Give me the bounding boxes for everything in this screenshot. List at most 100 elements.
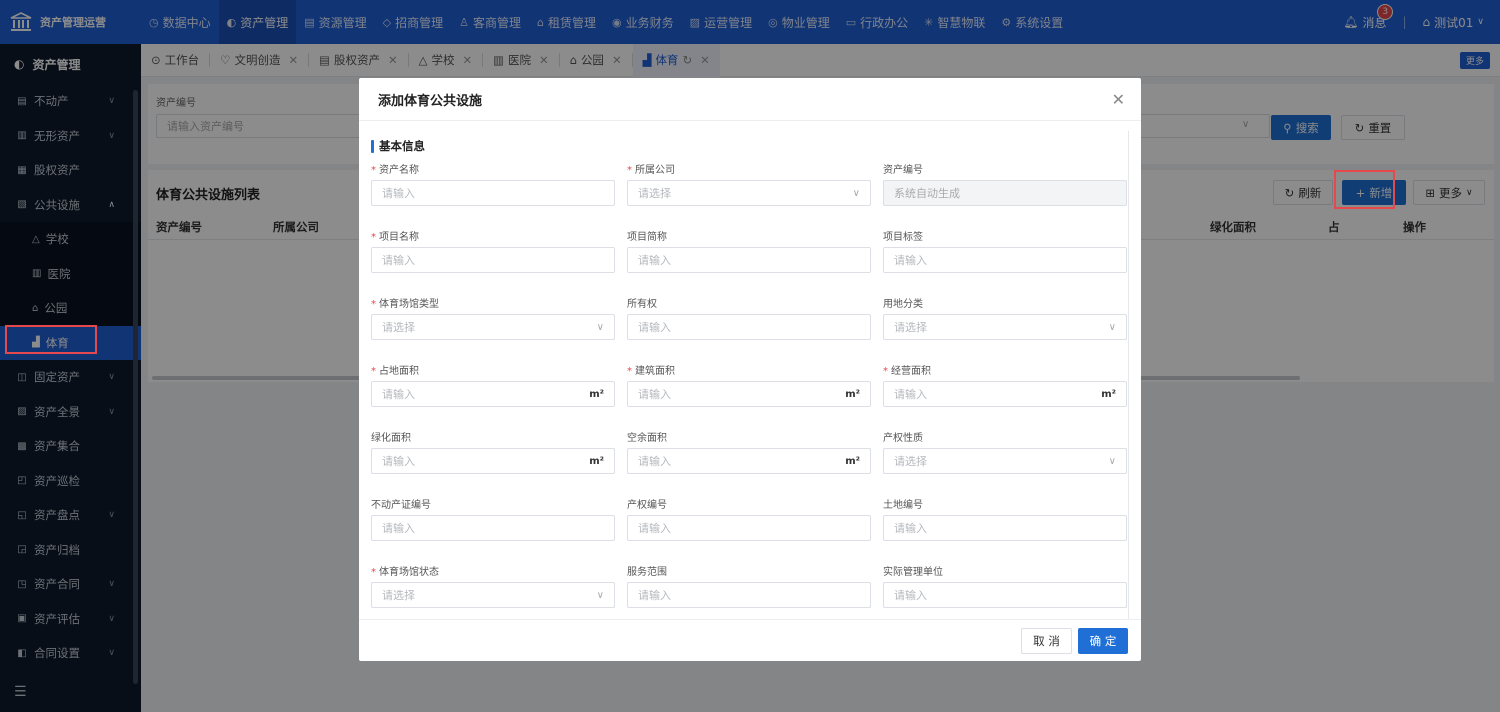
field-label-text: 占地面积 [379, 366, 419, 377]
unit-suffix: m² [589, 388, 604, 400]
field-placeholder: 请输入 [382, 522, 415, 535]
unit-suffix: m² [845, 455, 860, 467]
unit-suffix: m² [589, 455, 604, 467]
dialog-title: 添加体育公共设施 [378, 93, 483, 109]
required-marker: * [371, 299, 376, 310]
dialog-footer: 取 消 确 定 [359, 619, 1141, 661]
text-field[interactable]: 请输入 [627, 582, 871, 608]
field-placeholder: 系统自动生成 [894, 187, 960, 200]
field-label-text: 项目简称 [627, 232, 667, 243]
text-field[interactable]: 请输入 [883, 515, 1127, 541]
required-marker: * [883, 366, 888, 377]
text-field[interactable]: 请输入 [371, 515, 615, 541]
field-placeholder: 请输入 [638, 388, 671, 401]
section-title-text: 基本信息 [379, 139, 425, 153]
field-label: 土地编号 [883, 496, 923, 511]
field-label: 实际管理单位 [883, 563, 943, 578]
field-label-text: 所有权 [627, 299, 657, 310]
close-icon[interactable]: ✕ [1112, 90, 1125, 109]
field-placeholder: 请输入 [894, 388, 927, 401]
required-marker: * [371, 232, 376, 243]
field-label: * 所属公司 [627, 161, 675, 176]
field-label-text: 资产名称 [379, 165, 419, 176]
field-label-text: 产权性质 [883, 433, 923, 444]
field-label: 产权性质 [883, 429, 923, 444]
text-field[interactable]: 请输入 m² [371, 381, 615, 407]
field-placeholder: 请输入 [894, 589, 927, 602]
cancel-button[interactable]: 取 消 [1021, 628, 1072, 654]
field-label-text: 体育场馆类型 [379, 299, 439, 310]
text-field[interactable]: 请输入 [371, 180, 615, 206]
field-placeholder: 请输入 [894, 522, 927, 535]
chevron-down-icon: ∨ [1108, 321, 1116, 333]
chevron-down-icon: ∨ [852, 187, 860, 199]
field-label: 不动产证编号 [371, 496, 431, 511]
text-field: 系统自动生成 [883, 180, 1127, 206]
field-placeholder: 请输入 [638, 254, 671, 267]
select-field[interactable]: 请选择 ∨ [627, 180, 871, 206]
required-marker: * [627, 165, 632, 176]
field-placeholder: 请输入 [382, 388, 415, 401]
field-placeholder: 请输入 [638, 455, 671, 468]
field-placeholder: 请选择 [894, 321, 927, 334]
text-field[interactable]: 请输入 m² [627, 381, 871, 407]
confirm-button[interactable]: 确 定 [1078, 628, 1128, 654]
chevron-down-icon: ∨ [596, 321, 604, 333]
unit-suffix: m² [1101, 388, 1116, 400]
text-field[interactable]: 请输入 [883, 247, 1127, 273]
select-field[interactable]: 请选择 ∨ [371, 314, 615, 340]
unit-suffix: m² [845, 388, 860, 400]
field-label: 产权编号 [627, 496, 667, 511]
text-field[interactable]: 请输入 m² [627, 448, 871, 474]
field-label: * 占地面积 [371, 362, 419, 377]
field-placeholder: 请输入 [638, 589, 671, 602]
field-label: * 体育场馆类型 [371, 295, 439, 310]
field-label: 项目标签 [883, 228, 923, 243]
field-placeholder: 请选择 [638, 187, 671, 200]
field-label-text: 体育场馆状态 [379, 567, 439, 578]
field-label: 空余面积 [627, 429, 667, 444]
field-placeholder: 请输入 [638, 321, 671, 334]
text-field[interactable]: 请输入 [627, 515, 871, 541]
field-label-text: 建筑面积 [635, 366, 675, 377]
text-field[interactable]: 请输入 m² [883, 381, 1127, 407]
field-label: 资产编号 [883, 161, 923, 176]
field-label-text: 用地分类 [883, 299, 923, 310]
field-label: * 经营面积 [883, 362, 931, 377]
chevron-down-icon: ∨ [1108, 455, 1116, 467]
dialog-scrollbar[interactable] [1128, 131, 1129, 619]
highlight-box [5, 325, 97, 354]
field-label: 项目简称 [627, 228, 667, 243]
field-placeholder: 请输入 [894, 254, 927, 267]
text-field[interactable]: 请输入 [883, 582, 1127, 608]
select-field[interactable]: 请选择 ∨ [883, 314, 1127, 340]
field-label-text: 产权编号 [627, 500, 667, 511]
field-placeholder: 请输入 [382, 187, 415, 200]
text-field[interactable]: 请输入 [371, 247, 615, 273]
field-placeholder: 请输入 [382, 254, 415, 267]
select-field[interactable]: 请选择 ∨ [883, 448, 1127, 474]
field-label: 所有权 [627, 295, 657, 310]
text-field[interactable]: 请输入 m² [371, 448, 615, 474]
field-label-text: 项目名称 [379, 232, 419, 243]
field-label-text: 不动产证编号 [371, 500, 431, 511]
add-facility-dialog: 添加体育公共设施 ✕ 基本信息 * 资产名称 请输入 * 所属公司 请选择 ∨ 资产编号 系统自… [359, 78, 1141, 661]
field-label: * 体育场馆状态 [371, 563, 439, 578]
chevron-down-icon: ∨ [596, 589, 604, 601]
field-label: 绿化面积 [371, 429, 411, 444]
field-placeholder: 请选择 [894, 455, 927, 468]
field-label: * 资产名称 [371, 161, 419, 176]
field-label-text: 土地编号 [883, 500, 923, 511]
required-marker: * [627, 366, 632, 377]
field-label-text: 资产编号 [883, 165, 923, 176]
field-label: * 建筑面积 [627, 362, 675, 377]
text-field[interactable]: 请输入 [627, 247, 871, 273]
field-placeholder: 请选择 [382, 321, 415, 334]
required-marker: * [371, 567, 376, 578]
text-field[interactable]: 请输入 [627, 314, 871, 340]
field-label-text: 经营面积 [891, 366, 931, 377]
field-label: 用地分类 [883, 295, 923, 310]
required-marker: * [371, 165, 376, 176]
select-field[interactable]: 请选择 ∨ [371, 582, 615, 608]
field-placeholder: 请输入 [382, 455, 415, 468]
